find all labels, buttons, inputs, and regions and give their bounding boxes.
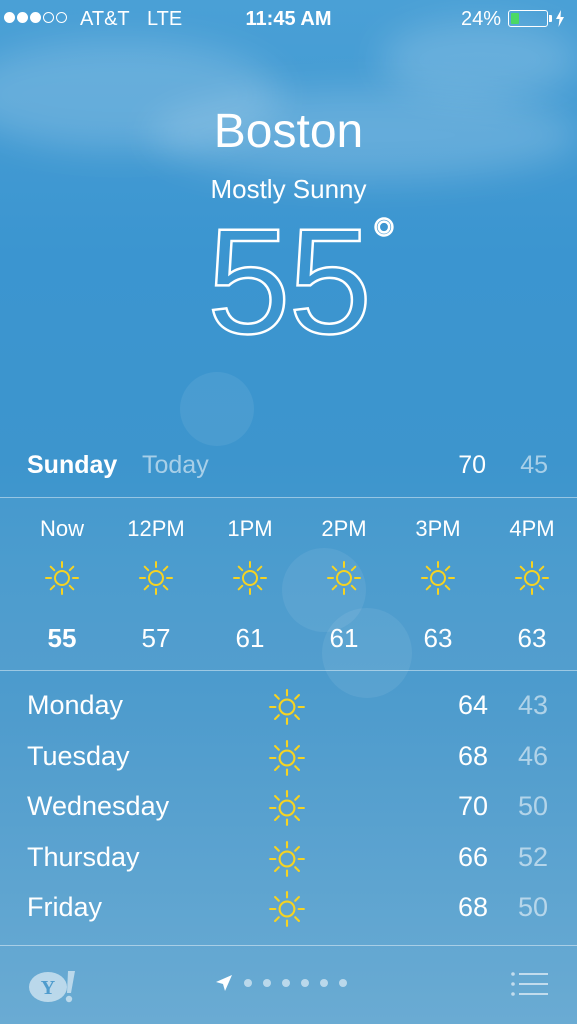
hour-time: 3PM: [415, 516, 461, 541]
sun-icon: [268, 840, 306, 878]
page-dot[interactable]: [301, 979, 309, 987]
status-bar: AT&T LTE 11:45 AM 24%: [0, 0, 577, 40]
hour-temperature: 57: [141, 623, 171, 653]
sun-icon: [268, 688, 306, 726]
hourly-item: 2PM 61: [297, 498, 391, 670]
day-name: Monday: [27, 690, 124, 720]
page-dot[interactable]: [320, 979, 328, 987]
hour-time: 12PM: [127, 516, 185, 541]
sun-icon: [420, 560, 456, 596]
hourly-item: Now 55: [15, 498, 109, 670]
day-name: Thursday: [27, 841, 140, 872]
hour-temperature: 63: [423, 623, 453, 653]
day-high-temp: 68: [457, 740, 488, 771]
hour-time: 4PM: [509, 516, 555, 541]
hour-time: 2PM: [321, 516, 367, 541]
day-low-temp: 43: [517, 690, 548, 720]
day-low-temp: 50: [517, 791, 548, 821]
svg-text:Y: Y: [41, 977, 56, 999]
today-high-temp: 70: [458, 451, 486, 479]
hour-temperature: 55: [47, 623, 77, 653]
today-summary-row[interactable]: Sunday Today 70 45: [0, 447, 577, 487]
today-day-name: Sunday: [27, 451, 118, 479]
day-low-temp: 50: [517, 892, 548, 922]
weather-screen: AT&T LTE 11:45 AM 24% Boston Mostly Sunn…: [0, 0, 577, 1024]
sun-icon: [44, 560, 80, 596]
day-high-temp: 66: [457, 841, 488, 872]
page-dot[interactable]: [263, 979, 271, 987]
day-name: Friday: [27, 892, 103, 922]
charging-bolt-icon: [556, 10, 564, 27]
current-temperature: 55: [206, 197, 373, 365]
page-dot[interactable]: [282, 979, 290, 987]
sun-icon: [268, 890, 306, 928]
sun-icon: [326, 560, 362, 596]
battery-icon: [508, 10, 548, 27]
hourly-item: 1PM 61: [203, 498, 297, 670]
day-low-temp: 46: [517, 740, 548, 771]
hourly-forecast[interactable]: Now 55 12PM 57 1PM 61 2PM 61 3PM 63 4PM 63: [0, 498, 577, 670]
current-temperature-group: 55: [0, 197, 577, 365]
hour-temperature: 63: [517, 623, 547, 653]
day-name: Wednesday: [27, 791, 170, 821]
daily-row: Wednesday 70 50: [0, 785, 577, 835]
battery-percent: 24%: [460, 8, 501, 30]
yahoo-logo[interactable]: Y: [28, 968, 78, 1004]
daily-row: Friday 68 50: [0, 886, 577, 936]
battery-nub: [549, 15, 552, 22]
lens-flare-decoration: [180, 372, 254, 446]
hourly-item: 12PM 57: [109, 498, 203, 670]
day-high-temp: 68: [457, 892, 488, 922]
day-high-temp: 70: [457, 791, 488, 821]
hour-temperature: 61: [235, 623, 265, 653]
degree-symbol: °: [371, 206, 398, 276]
page-dot[interactable]: [244, 979, 252, 987]
day-name: Tuesday: [27, 740, 130, 771]
hour-time: 1PM: [227, 516, 273, 541]
location-arrow-icon[interactable]: [215, 974, 233, 992]
city-name: Boston: [213, 105, 364, 158]
today-low-temp: 45: [520, 451, 548, 479]
bottom-toolbar: Y: [0, 946, 577, 1024]
day-low-temp: 52: [517, 841, 548, 872]
list-icon[interactable]: [510, 970, 548, 998]
day-high-temp: 64: [457, 690, 488, 720]
hourly-item: 4PM 63: [485, 498, 577, 670]
sun-icon: [138, 560, 174, 596]
daily-row: Tuesday 68 46: [0, 735, 577, 785]
daily-row: Monday 64 43: [0, 684, 577, 734]
hourly-item: 3PM 63: [391, 498, 485, 670]
sun-icon: [232, 560, 268, 596]
page-indicator[interactable]: [244, 979, 347, 987]
hour-temperature: 61: [329, 623, 359, 653]
daily-row: Thursday 66 52: [0, 836, 577, 886]
hour-time: Now: [39, 516, 84, 541]
page-dot[interactable]: [339, 979, 347, 987]
sun-icon: [268, 789, 306, 827]
sun-icon: [514, 560, 550, 596]
today-label: Today: [142, 451, 209, 479]
divider: [0, 670, 577, 671]
sun-icon: [268, 739, 306, 777]
